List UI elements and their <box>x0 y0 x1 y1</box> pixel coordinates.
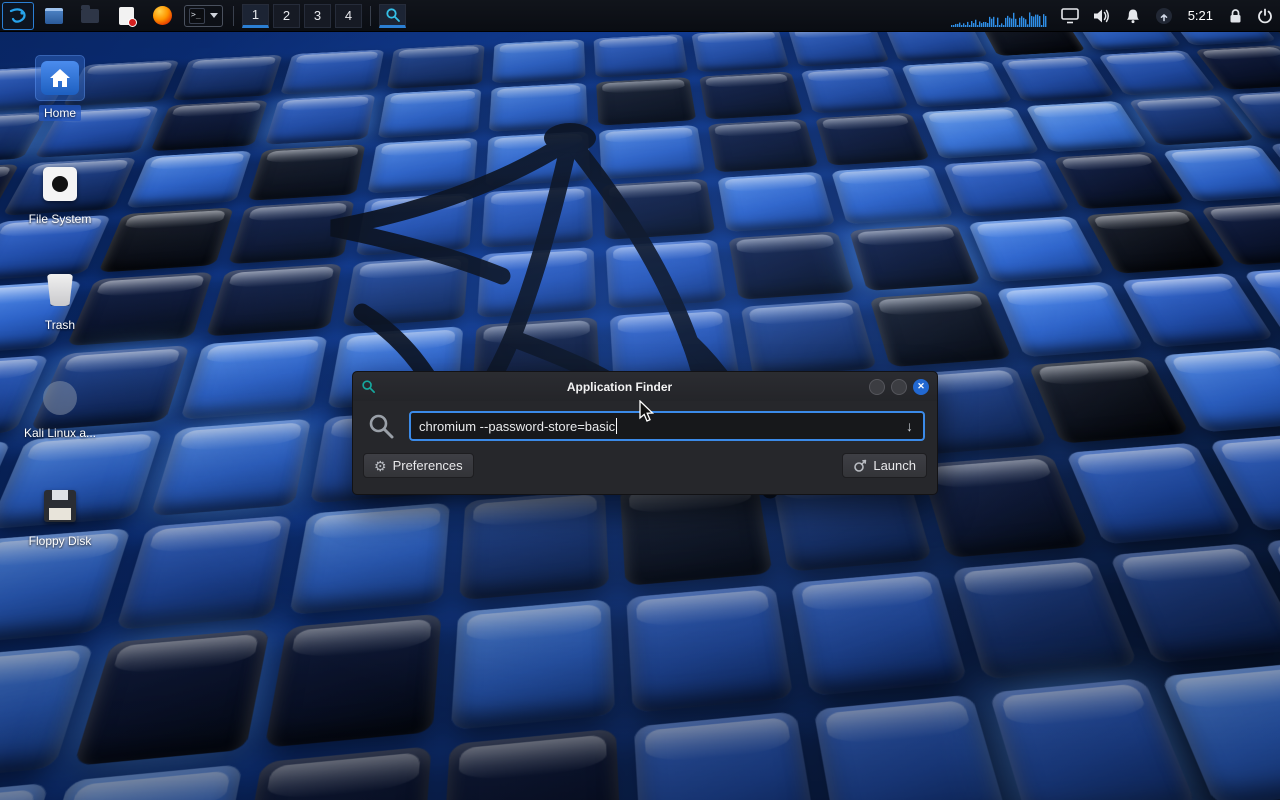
panel-right: 5:21 <box>944 0 1280 32</box>
panel-separator <box>233 6 234 26</box>
terminal-icon: >_ <box>189 8 205 24</box>
terminal-launcher-icon[interactable]: >_ <box>184 5 223 27</box>
cpu-graph[interactable] <box>944 2 1054 30</box>
desktop-icon-file-system[interactable]: File System <box>10 162 110 227</box>
app-finder-titlebar-icon <box>361 379 376 394</box>
desktop-icon-kali-linux[interactable]: Kali Linux a... <box>10 376 110 441</box>
launch-button[interactable]: Launch <box>842 453 927 478</box>
desktop-icon-floppy-disk[interactable]: Floppy Disk <box>10 484 110 549</box>
app-finder-panel-icon[interactable] <box>379 4 406 28</box>
workspace-2[interactable]: 2 <box>273 4 300 28</box>
panel-left: >_ 1 2 3 4 <box>0 0 408 32</box>
desktop-icon-label: Kali Linux a... <box>19 425 101 441</box>
clock[interactable]: 5:21 <box>1180 8 1221 23</box>
updates-icon[interactable] <box>1148 2 1180 30</box>
text-editor-icon[interactable] <box>110 2 142 30</box>
desktop-icon-home[interactable]: Home <box>10 56 110 121</box>
launch-label: Launch <box>873 458 916 473</box>
floppy-disk-icon <box>44 490 76 522</box>
kali-disc-icon <box>43 381 77 415</box>
dropdown-arrow-icon[interactable]: ↓ <box>904 418 915 434</box>
firefox-icon[interactable] <box>146 2 178 30</box>
lock-icon[interactable] <box>1221 2 1250 30</box>
workspace-4[interactable]: 4 <box>335 4 362 28</box>
command-input-value: chromium --password-store=basic <box>419 419 615 434</box>
workspace-1[interactable]: 1 <box>242 4 269 28</box>
gear-icon: ⚙ <box>374 459 387 473</box>
preferences-button[interactable]: ⚙ Preferences <box>363 453 474 478</box>
preferences-label: Preferences <box>393 458 463 473</box>
minimize-button[interactable] <box>869 379 885 395</box>
dialog-title: Application Finder <box>376 380 863 394</box>
file-system-icon <box>43 167 77 201</box>
dialog-body: chromium --password-store=basic ↓ <box>353 401 937 447</box>
home-icon <box>41 61 79 95</box>
desktop-icon-label: File System <box>24 211 97 227</box>
display-icon[interactable] <box>1054 2 1086 30</box>
desktop-icon-label: Floppy Disk <box>24 533 97 549</box>
desktop-icon-label: Home <box>39 105 81 121</box>
maximize-button[interactable] <box>891 379 907 395</box>
power-icon[interactable] <box>1250 2 1280 30</box>
close-button[interactable]: ✕ <box>913 379 929 395</box>
application-finder-dialog: Application Finder ✕ chromium --password… <box>352 371 938 495</box>
dialog-buttons: ⚙ Preferences Launch <box>353 447 937 484</box>
launch-icon <box>853 459 867 473</box>
kali-menu-icon[interactable] <box>2 2 34 30</box>
top-panel: >_ 1 2 3 4 5:21 <box>0 0 1280 32</box>
dialog-titlebar[interactable]: Application Finder ✕ <box>353 372 937 401</box>
panel-separator <box>370 6 371 26</box>
notification-bell-icon[interactable] <box>1118 2 1148 30</box>
command-input[interactable]: chromium --password-store=basic ↓ <box>409 411 925 441</box>
folder-icon[interactable] <box>74 2 106 30</box>
desktop-icon-trash[interactable]: Trash <box>10 268 110 333</box>
volume-icon[interactable] <box>1086 2 1118 30</box>
chevron-down-icon[interactable] <box>210 13 218 18</box>
file-manager-icon[interactable] <box>38 2 70 30</box>
text-caret <box>616 418 617 434</box>
desktop-icon-label: Trash <box>40 317 80 333</box>
workspace-3[interactable]: 3 <box>304 4 331 28</box>
trash-icon <box>47 274 73 306</box>
search-icon <box>367 412 395 440</box>
